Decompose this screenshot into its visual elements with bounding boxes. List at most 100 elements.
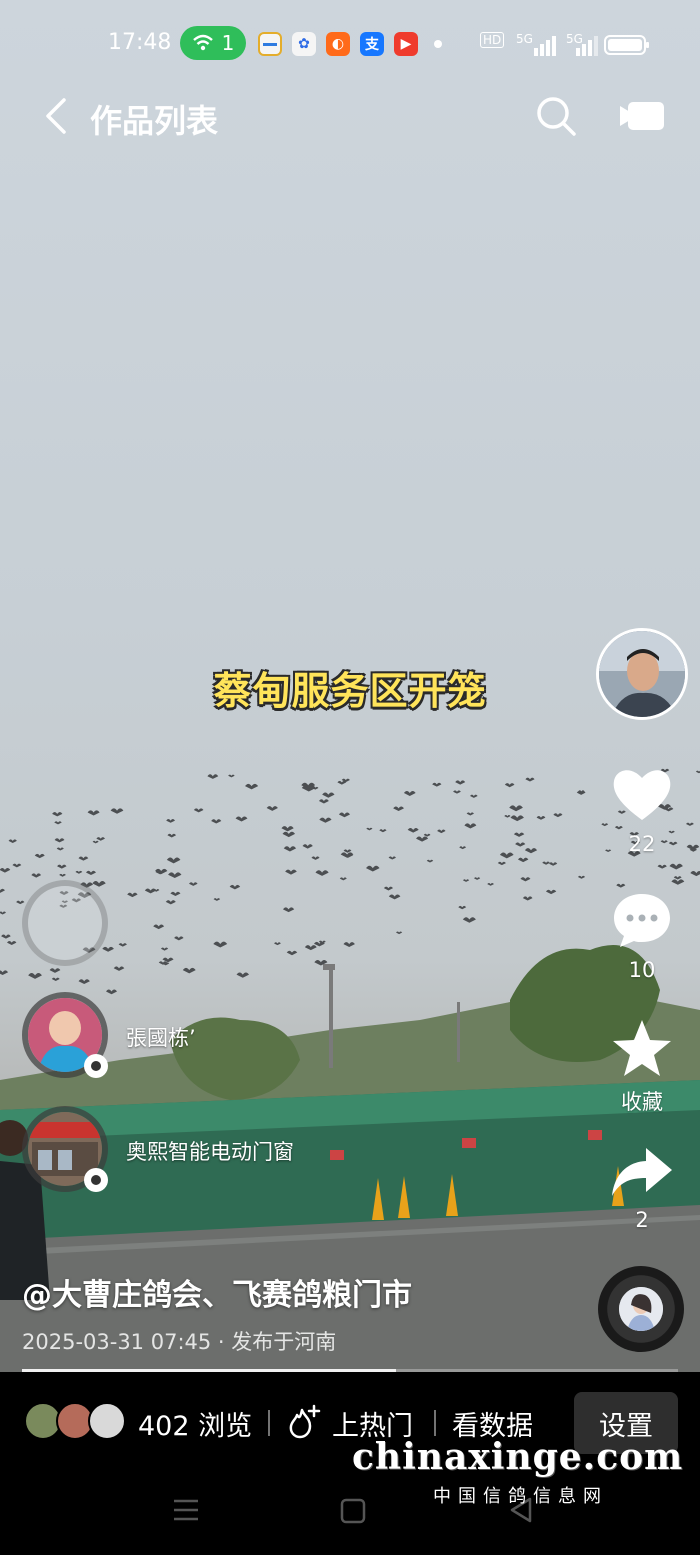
baidu-app-icon: ✿ <box>292 32 316 56</box>
signal-icon <box>576 36 598 56</box>
video-overlay-caption: 蔡甸服务区开笼 <box>213 669 487 713</box>
comment-button[interactable]: 10 <box>606 890 678 982</box>
pigeon <box>524 848 538 854</box>
pigeon <box>170 891 181 897</box>
like-button[interactable]: 22 <box>606 764 678 856</box>
pigeon <box>673 876 682 880</box>
pigeon <box>459 846 467 850</box>
pigeon <box>669 863 683 870</box>
pigeon <box>510 815 524 822</box>
favorite-button[interactable]: 收藏 <box>606 1018 678 1116</box>
author-avatar[interactable] <box>596 628 688 720</box>
pigeon <box>165 900 176 905</box>
pigeon <box>168 872 182 879</box>
pigeon <box>0 911 6 915</box>
pigeon <box>8 839 17 843</box>
pigeon <box>282 831 296 838</box>
pigeon <box>383 886 394 891</box>
pigeon <box>695 770 700 774</box>
divider <box>434 1410 436 1436</box>
pigeon <box>407 827 419 833</box>
view-count[interactable]: 402 浏览 <box>138 1404 252 1443</box>
pigeon <box>113 966 125 971</box>
pigeon <box>553 813 563 818</box>
pigeon <box>302 844 313 849</box>
pigeon <box>0 868 11 873</box>
like-count: 22 <box>628 832 656 856</box>
pigeon <box>509 805 523 812</box>
pigeon <box>92 840 99 844</box>
pigeon <box>366 865 380 872</box>
share-button[interactable]: 2 <box>606 1144 678 1232</box>
pigeon <box>49 968 61 973</box>
pigeon <box>403 790 416 796</box>
home-icon[interactable] <box>340 1498 366 1524</box>
light-pole <box>457 1002 460 1062</box>
pigeon <box>315 870 329 876</box>
pigeon <box>207 774 219 779</box>
visitor-name: 奥熙智能电动门窗 <box>126 1140 294 1164</box>
pigeon <box>671 879 685 885</box>
hd-voice-icon: HD <box>480 32 505 48</box>
pigeon <box>54 821 62 825</box>
video-camera-icon[interactable] <box>620 100 666 132</box>
signal-icon <box>534 36 556 56</box>
pigeon <box>12 863 22 868</box>
pigeon <box>283 846 297 852</box>
pigeon <box>393 806 404 812</box>
pigeon <box>318 799 329 804</box>
pigeon <box>106 989 117 995</box>
status-bar: 17:48 1 ✿ ◐ 支 ▶ HD 5G 5G <box>0 24 700 66</box>
pigeon <box>282 907 295 913</box>
pigeon <box>536 816 546 820</box>
pigeon <box>474 877 481 880</box>
music-disc[interactable] <box>598 1266 684 1352</box>
pigeon <box>78 856 89 861</box>
pigeon <box>388 894 401 900</box>
heart-icon <box>613 770 671 820</box>
progress-fill <box>22 1369 396 1372</box>
pigeon <box>281 826 294 832</box>
pigeon <box>51 977 60 981</box>
pigeon <box>16 900 25 905</box>
pigeon <box>339 877 347 881</box>
pigeon <box>52 812 63 817</box>
pigeon <box>213 898 221 901</box>
pigeon <box>337 780 347 785</box>
video-publish-info: 2025-03-31 07:45 · 发布于河南 <box>22 1330 337 1354</box>
pigeon <box>311 856 320 860</box>
pigeon <box>188 882 198 886</box>
video-progress-bar[interactable] <box>22 1369 678 1372</box>
pigeon <box>228 774 235 778</box>
video-title[interactable]: @大曹庄鸽会、飞赛鸽粮门市 <box>22 1270 412 1314</box>
wifi-icon <box>192 34 213 51</box>
more-notifications-icon <box>434 40 442 48</box>
pigeon <box>396 931 403 935</box>
pigeon <box>245 783 259 790</box>
pigeon <box>127 892 138 898</box>
pigeon <box>466 812 474 816</box>
pigeon <box>416 836 429 842</box>
pigeon <box>520 877 531 882</box>
comment-icon <box>614 894 670 947</box>
pigeon <box>525 777 535 782</box>
pigeon <box>437 829 446 834</box>
pigeon <box>487 882 494 886</box>
pigeon <box>92 881 106 887</box>
pigeon <box>211 819 222 824</box>
pigeon <box>343 942 355 948</box>
pigeon <box>34 853 45 859</box>
pigeon <box>0 888 5 893</box>
pigeon <box>497 861 506 866</box>
pigeon <box>686 822 694 826</box>
wallet-app-icon <box>258 32 282 56</box>
chevron-left-icon[interactable] <box>38 94 74 138</box>
pigeon <box>266 806 278 811</box>
pigeon <box>455 780 466 785</box>
menu-icon[interactable] <box>172 1498 200 1522</box>
pigeon <box>515 842 526 847</box>
pigeon <box>423 833 431 837</box>
pigeon <box>167 833 177 838</box>
search-icon[interactable] <box>534 94 578 138</box>
star-icon <box>613 1020 671 1076</box>
